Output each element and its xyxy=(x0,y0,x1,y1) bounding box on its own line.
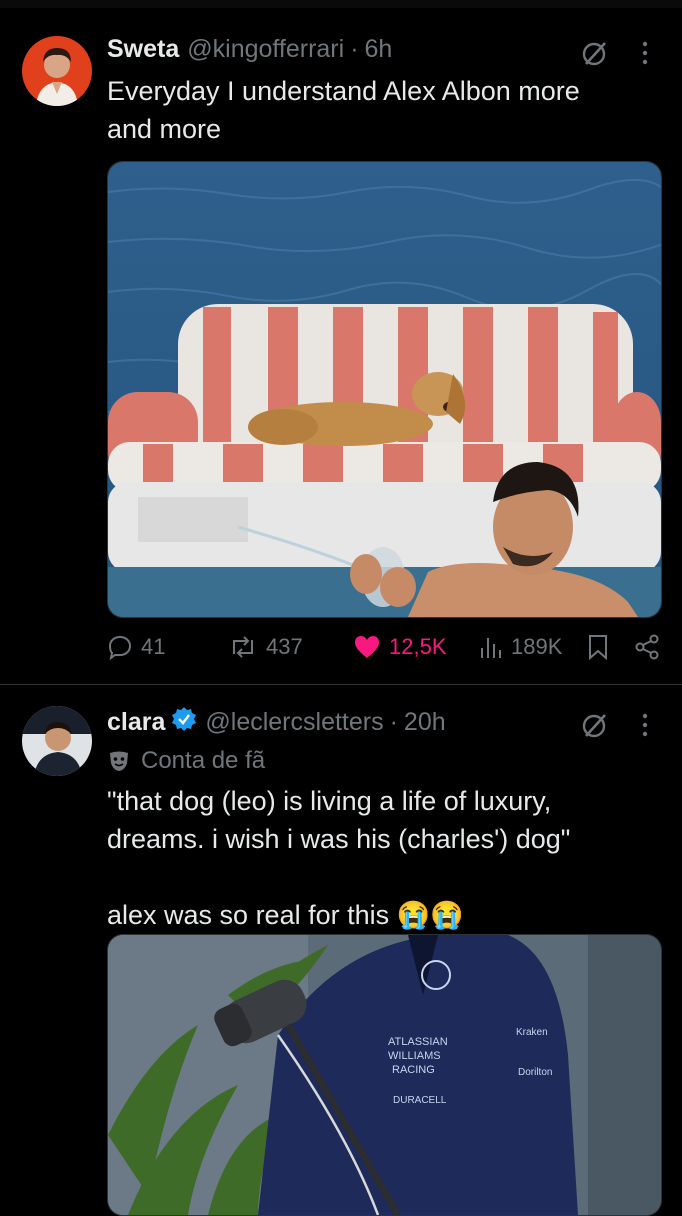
svg-text:Dorilton: Dorilton xyxy=(518,1067,552,1078)
views-button[interactable]: 189K xyxy=(479,634,562,660)
timestamp[interactable]: 20h xyxy=(404,708,446,737)
tweet[interactable]: clara @leclercsletters · 20h Conta de fã… xyxy=(0,686,682,1216)
repost-button[interactable]: 437 xyxy=(228,634,303,660)
heart-icon xyxy=(355,636,379,658)
tweet-header: Sweta @kingofferrari · 6h xyxy=(107,35,392,64)
views-count: 189K xyxy=(511,634,563,659)
tweet-actions: 41 437 12,5K 189K xyxy=(107,634,660,668)
grok-icon[interactable] xyxy=(580,38,610,68)
user-handle[interactable]: @leclercsletters xyxy=(205,708,383,737)
more-icon[interactable] xyxy=(640,712,650,738)
views-icon xyxy=(481,638,501,658)
grok-icon[interactable] xyxy=(580,710,610,740)
user-handle[interactable]: @kingofferrari xyxy=(187,35,344,64)
svg-text:Kraken: Kraken xyxy=(516,1027,548,1038)
reply-button[interactable]: 41 xyxy=(107,634,165,660)
tweet-header: clara @leclercsletters · 20h xyxy=(107,706,446,739)
svg-text:ATLASSIAN: ATLASSIAN xyxy=(388,1036,448,1048)
avatar[interactable] xyxy=(22,706,92,776)
tweet-divider xyxy=(0,684,682,685)
separator-dot: · xyxy=(389,708,398,736)
tweet-video[interactable]: ATLASSIAN WILLIAMS RACING DURACELL Krake… xyxy=(107,934,662,1216)
display-name[interactable]: Sweta xyxy=(107,35,179,64)
svg-text:RACING: RACING xyxy=(392,1064,435,1076)
bookmark-button[interactable] xyxy=(587,634,609,660)
share-icon xyxy=(635,634,659,660)
verified-badge-icon xyxy=(171,706,197,739)
photo-dog-on-float xyxy=(108,162,661,617)
repost-icon xyxy=(233,636,253,658)
timestamp[interactable]: 6h xyxy=(365,35,393,64)
theater-mask-icon xyxy=(110,751,128,771)
like-button[interactable]: 12,5K xyxy=(353,634,447,660)
tweet[interactable]: Sweta @kingofferrari · 6h Everyday I und… xyxy=(0,0,682,684)
separator-dot: · xyxy=(350,35,359,63)
like-count: 12,5K xyxy=(389,634,447,659)
svg-text:DURACELL: DURACELL xyxy=(393,1095,447,1106)
reply-icon xyxy=(108,635,132,660)
repost-count: 437 xyxy=(266,634,303,659)
tweet-text: "that dog (leo) is living a life of luxu… xyxy=(107,786,571,930)
bookmark-icon xyxy=(589,635,607,660)
share-button[interactable] xyxy=(634,634,660,660)
video-podcast-still: ATLASSIAN WILLIAMS RACING DURACELL Krake… xyxy=(108,935,661,1215)
fan-account-label: Conta de fã xyxy=(107,747,265,775)
reply-count: 41 xyxy=(141,634,166,659)
more-icon[interactable] xyxy=(640,40,650,66)
fan-account-text: Conta de fã xyxy=(141,747,266,774)
tweet-photo[interactable] xyxy=(107,161,662,618)
tweet-text: Everyday I understand Alex Albon more an… xyxy=(107,76,580,144)
display-name[interactable]: clara xyxy=(107,708,165,737)
svg-text:WILLIAMS: WILLIAMS xyxy=(388,1050,441,1062)
avatar[interactable] xyxy=(22,36,92,106)
